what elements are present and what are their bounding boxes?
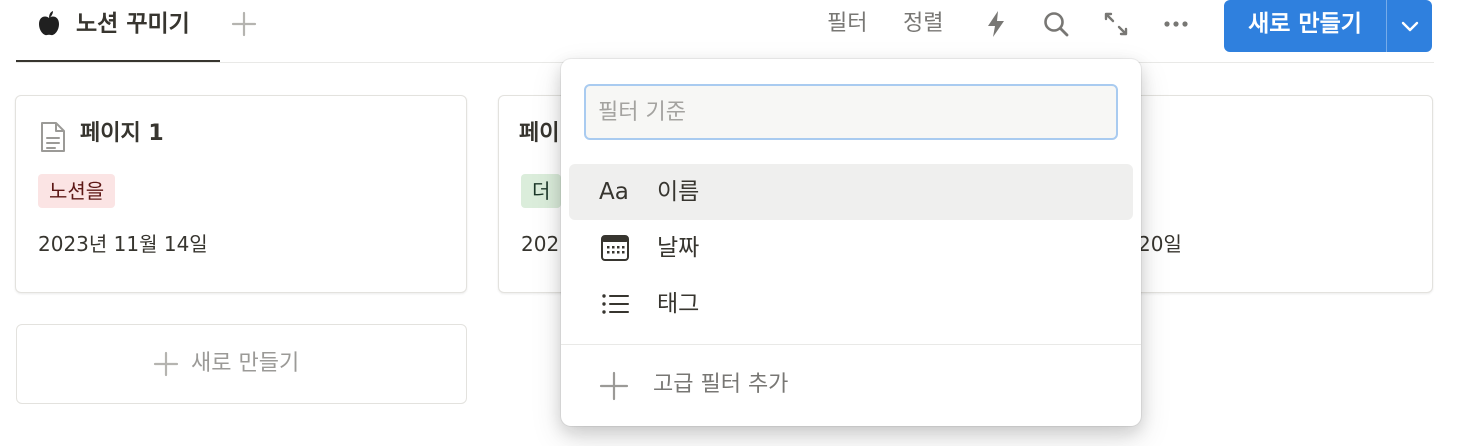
- lightning-icon[interactable]: [980, 8, 1012, 40]
- filter-option-label: 이름: [657, 179, 700, 205]
- expand-icon[interactable]: [1100, 8, 1132, 40]
- gallery-card[interactable]: 페이지 1 노션을 2023년 11월 14일: [15, 95, 467, 293]
- document-icon: [41, 122, 65, 152]
- menu-divider: [561, 344, 1141, 345]
- calendar-icon: [601, 235, 629, 261]
- filter-option-label: 태그: [657, 291, 700, 317]
- filter-property-menu: Aa 이름 날짜 태그 고급 필터 추가: [561, 59, 1141, 426]
- plus-icon: [599, 371, 629, 401]
- add-view-plus-icon[interactable]: [228, 8, 260, 40]
- card-date: 20일: [1138, 232, 1182, 256]
- new-card-label: 새로 만들기: [191, 351, 300, 376]
- card-date: 2023년 11월 14일: [38, 232, 208, 256]
- filter-button[interactable]: 필터: [827, 8, 867, 40]
- plus-icon: [153, 351, 179, 377]
- filter-option-label: 날짜: [657, 235, 700, 261]
- new-page-button[interactable]: 새로 만들기: [1224, 0, 1432, 52]
- tab-label: 노션 꾸미기: [76, 11, 190, 37]
- list-icon: [602, 294, 629, 314]
- tag-badge: 노션을: [38, 174, 116, 208]
- add-advanced-filter-button[interactable]: 고급 필터 추가: [569, 357, 1133, 413]
- new-card-button[interactable]: 새로 만들기: [16, 324, 467, 404]
- tag-badge: 더: [521, 174, 562, 208]
- chevron-down-icon[interactable]: [1390, 4, 1430, 48]
- filter-option-name[interactable]: Aa 이름: [569, 164, 1133, 220]
- add-advanced-filter-label: 고급 필터 추가: [653, 372, 789, 397]
- filter-search-input[interactable]: [584, 84, 1118, 140]
- database-toolbar: 노션 꾸미기 필터 정렬 새로 만들기: [0, 0, 1458, 64]
- new-button-label: 새로 만들기: [1248, 11, 1362, 37]
- text-property-icon: Aa: [599, 179, 629, 205]
- card-title: 페이지 1: [80, 121, 164, 146]
- search-icon[interactable]: [1040, 8, 1072, 40]
- card-title: 페이: [519, 121, 560, 146]
- filter-option-tag[interactable]: 태그: [569, 276, 1133, 332]
- sort-button[interactable]: 정렬: [903, 8, 943, 40]
- card-date: 202: [521, 232, 560, 256]
- new-button-separator: [1386, 0, 1387, 52]
- more-options-icon[interactable]: [1160, 8, 1192, 40]
- filter-option-date[interactable]: 날짜: [569, 220, 1133, 276]
- apple-icon: [39, 11, 59, 36]
